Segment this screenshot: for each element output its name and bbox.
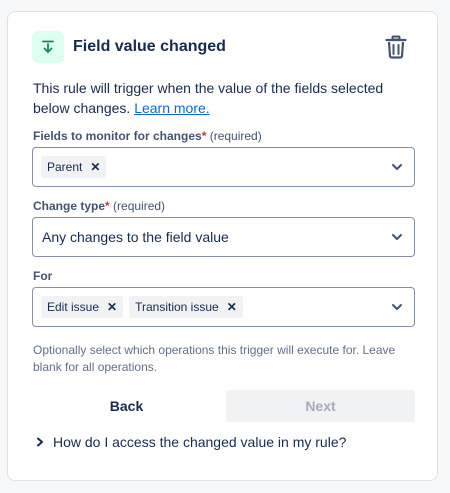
required-text: (required) bbox=[113, 199, 166, 213]
faq-question: How do I access the changed value in my … bbox=[53, 434, 347, 450]
chevron-right-icon bbox=[33, 435, 47, 449]
remove-chip-icon[interactable]: ✕ bbox=[105, 301, 117, 313]
chevron-down-icon[interactable] bbox=[390, 300, 404, 314]
selected-operation-chip: Transition issue ✕ bbox=[129, 296, 243, 318]
chevron-down-icon[interactable] bbox=[390, 230, 404, 244]
faq-expander[interactable]: How do I access the changed value in my … bbox=[33, 432, 346, 452]
chip-label: Transition issue bbox=[135, 300, 219, 314]
trash-icon[interactable] bbox=[383, 33, 409, 61]
page-title: Field value changed bbox=[73, 38, 226, 55]
remove-chip-icon[interactable]: ✕ bbox=[225, 301, 237, 313]
for-helper-text: Optionally select which operations this … bbox=[33, 343, 396, 374]
chip-label: Parent bbox=[47, 160, 83, 174]
for-operations-select[interactable]: Edit issue ✕ Transition issue ✕ bbox=[32, 287, 415, 327]
chip-label: Edit issue bbox=[47, 300, 100, 314]
change-type-value: Any changes to the field value bbox=[42, 229, 229, 245]
fields-to-monitor-select[interactable]: Parent ✕ bbox=[32, 147, 415, 187]
fields-to-monitor-label: Fields to monitor for changes* (required… bbox=[33, 129, 262, 143]
required-marker: * bbox=[201, 129, 207, 143]
change-type-select[interactable]: Any changes to the field value bbox=[32, 217, 415, 257]
trigger-config-card: Field value changed This rule will trigg… bbox=[7, 11, 438, 481]
required-marker: * bbox=[105, 199, 110, 213]
selected-field-chip: Parent ✕ bbox=[41, 156, 107, 178]
chevron-down-icon[interactable] bbox=[390, 160, 404, 174]
change-type-label: Change type* (required) bbox=[33, 199, 166, 213]
back-button[interactable]: Back bbox=[32, 390, 221, 422]
required-text: (required) bbox=[209, 129, 262, 143]
rule-description: This rule will trigger when the value of… bbox=[33, 78, 403, 118]
selected-operation-chip: Edit issue ✕ bbox=[41, 296, 124, 318]
learn-more-link[interactable]: Learn more. bbox=[134, 100, 209, 116]
next-button[interactable]: Next bbox=[226, 390, 415, 422]
remove-chip-icon[interactable]: ✕ bbox=[88, 161, 100, 173]
trigger-download-icon bbox=[32, 31, 64, 63]
card-header: Field value changed bbox=[32, 31, 413, 63]
for-label: For bbox=[33, 269, 53, 283]
